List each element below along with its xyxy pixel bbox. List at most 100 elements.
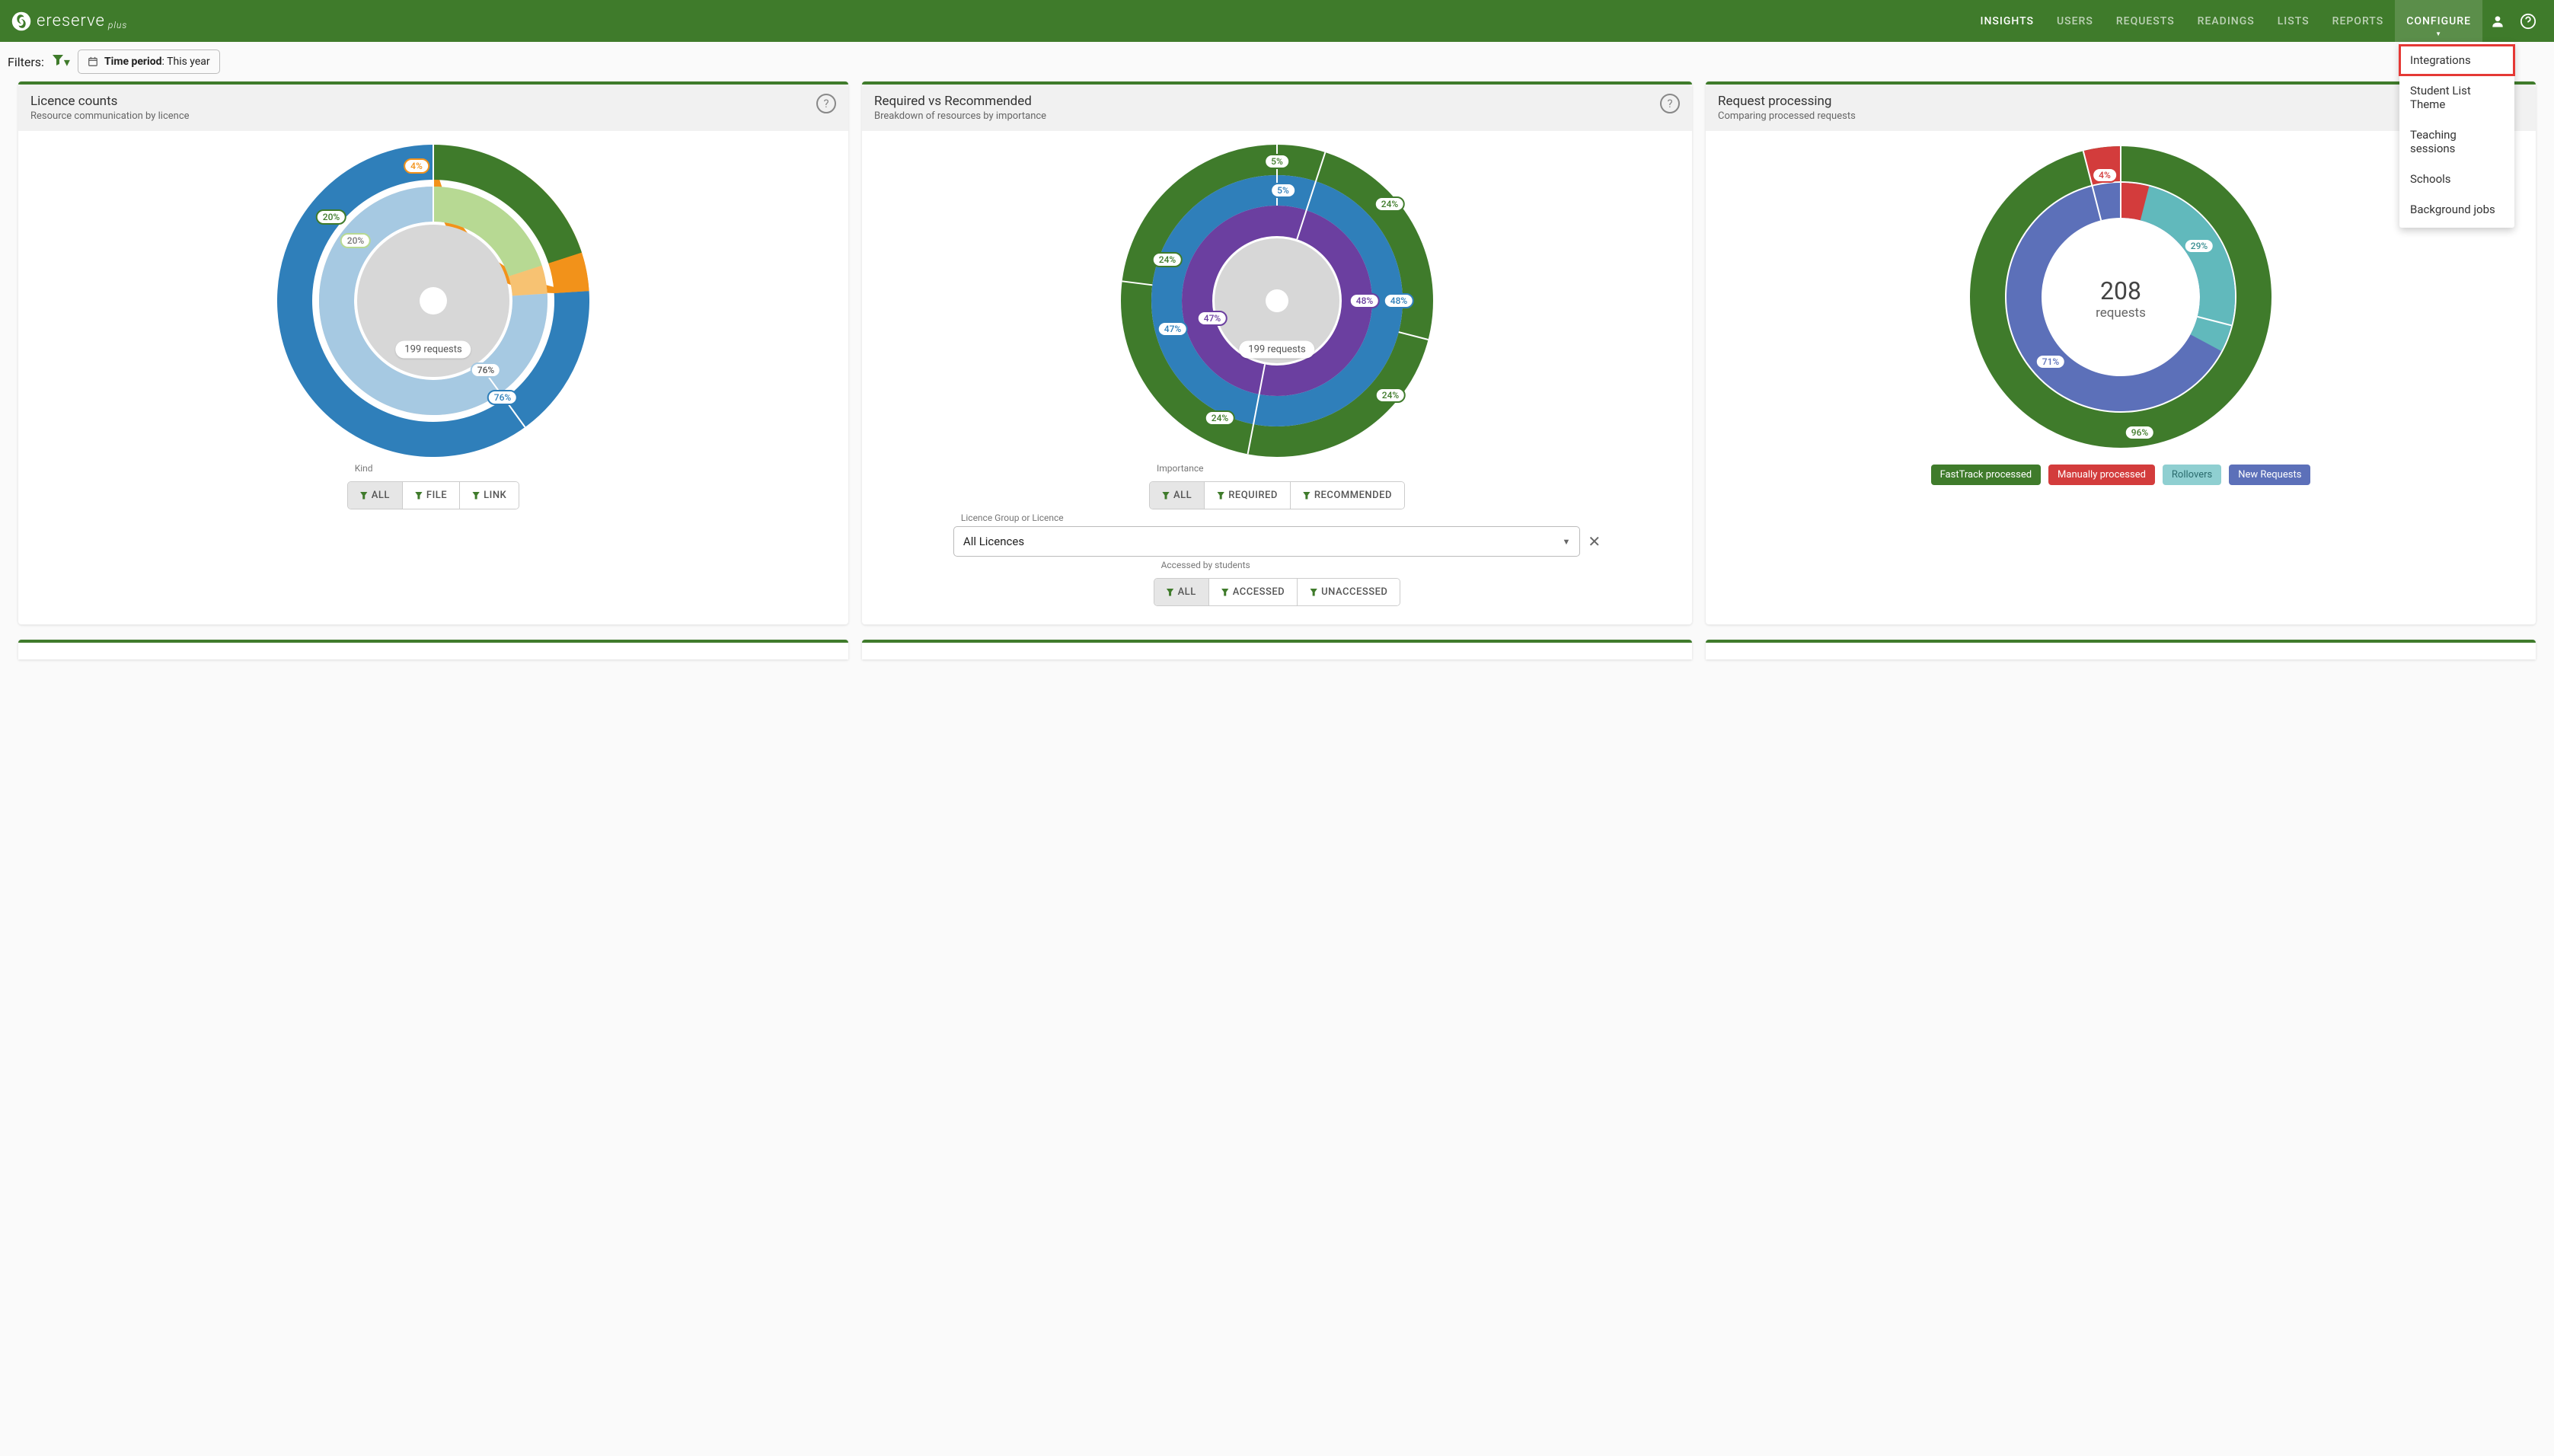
processing-donut-chart[interactable]: 4% 29% 71% 96% 208 requests [1968,145,2273,452]
kind-all[interactable]: ALL [348,482,402,509]
filter-icon [1303,492,1311,500]
card-title: Required vs Recommended [874,94,1046,109]
menu-student-list-theme[interactable]: Student List Theme [2399,75,2514,120]
pct-5b: 5% [1270,183,1296,198]
filter-icon [1310,589,1317,596]
nav-insights[interactable]: INSIGHTS [1969,0,2046,42]
nav-readings[interactable]: READINGS [2186,0,2266,42]
chevron-down-icon: ▼ [1562,537,1570,547]
filter-icon [360,492,368,500]
center-label: requests [2096,305,2146,321]
pct-5a: 5% [1264,154,1290,169]
chart-center-label: 199 requests [395,341,471,359]
legend-fasttrack[interactable]: FastTrack processed [1931,465,2041,485]
reqrec-donut-chart[interactable]: 5% 5% 24% 48% 48% 24% 24% 24% 47% 47% 19… [1121,145,1433,460]
accessed-accessed[interactable]: ACCESSED [1208,579,1297,605]
legend-manual[interactable]: Manually processed [2048,465,2155,485]
card-title: Request processing [1718,94,1856,109]
chart-center-label: 199 requests [1239,341,1314,359]
accessed-legend: Accessed by students [1161,560,1250,570]
filter-icon [1217,492,1224,500]
time-period-label: Time period [104,56,162,68]
card-subtitle: Resource communication by licence [30,110,190,122]
importance-legend: Importance [1157,463,1203,474]
pct-29: 29% [2184,238,2214,254]
nav-users[interactable]: USERS [2045,0,2105,42]
nav-configure[interactable]: CONFIGURE ▼ [2395,0,2482,42]
kind-link[interactable]: LINK [459,482,519,509]
filter-icon [415,492,423,500]
importance-toggle: ALL REQUIRED RECOMMENDED [1149,481,1405,509]
card-subtitle: Comparing processed requests [1718,110,1856,122]
nav-configure-label: CONFIGURE [2406,15,2471,27]
help-icon[interactable] [2513,13,2543,30]
legend-rollovers[interactable]: Rollovers [2163,465,2221,485]
pct-20-inner: 20% [340,233,371,248]
importance-recommended[interactable]: RECOMMENDED [1290,482,1404,509]
menu-integrations[interactable]: Integrations [2399,45,2514,75]
app-header: ereserve plus INSIGHTS USERS REQUESTS RE… [0,0,2554,42]
card-stub [1706,640,2536,659]
accessed-all[interactable]: ALL [1154,579,1208,605]
chevron-down-icon: ▼ [2435,30,2442,37]
time-period-value: This year [167,56,210,68]
cards-row: Licence counts Resource communication by… [0,81,2554,640]
card-help-icon[interactable]: ? [816,94,836,113]
kind-file[interactable]: FILE [402,482,459,509]
main-nav: INSIGHTS USERS REQUESTS READINGS LISTS R… [1969,0,2544,42]
licence-select-value: All Licences [963,535,1024,548]
kind-toggle: ALL FILE LINK [347,481,520,509]
filter-icon [1167,589,1174,596]
legend-new[interactable]: New Requests [2229,465,2310,485]
accessed-toggle: ALL ACCESSED UNACCESSED [1154,578,1401,606]
card-subtitle: Breakdown of resources by importance [874,110,1046,122]
pct-4: 4% [404,158,429,174]
logo-swirl-icon [11,11,32,32]
menu-background-jobs[interactable]: Background jobs [2399,194,2514,225]
pct-76-inner: 76% [471,362,501,378]
card-help-icon[interactable]: ? [1660,94,1680,113]
filter-funnel-icon[interactable]: ▾ [52,54,70,69]
filter-icon [1162,492,1170,500]
licence-donut-chart[interactable]: 4% 20% 20% 76% 76% 199 requests [277,145,589,460]
clear-licence-icon[interactable]: ✕ [1588,532,1601,551]
pct-24b: 24% [1375,388,1406,403]
user-icon[interactable] [2482,14,2513,29]
pct-47-inner: 47% [1197,311,1228,326]
pct-71: 71% [2035,354,2066,369]
processing-legend: FastTrack processed Manually processed R… [1916,465,2326,485]
pct-48-outer: 48% [1384,293,1414,308]
pct-24d: 24% [1152,252,1183,267]
kind-legend: Kind [355,463,373,474]
filters-label: Filters: [8,55,44,69]
card-stub [862,640,1692,659]
pct-24a: 24% [1374,196,1405,212]
card-licence-counts: Licence counts Resource communication by… [18,81,848,624]
logo[interactable]: ereserve plus [11,11,127,32]
nav-requests[interactable]: REQUESTS [2105,0,2186,42]
logo-suffix: plus [108,20,127,30]
pct-47-outer: 47% [1157,321,1188,337]
time-period-filter[interactable]: Time period: This year [78,49,220,74]
importance-required[interactable]: REQUIRED [1204,482,1290,509]
next-cards-row [0,640,2554,675]
menu-schools[interactable]: Schools [2399,164,2514,194]
logo-text: ereserve [37,11,105,30]
pct-20-outer: 20% [316,209,346,225]
licence-select[interactable]: All Licences ▼ [953,526,1580,557]
calendar-icon [88,56,98,67]
nav-lists[interactable]: LISTS [2266,0,2321,42]
nav-reports[interactable]: REPORTS [2321,0,2396,42]
card-required-recommended: Required vs Recommended Breakdown of res… [862,81,1692,624]
licence-select-legend: Licence Group or Licence [961,512,1064,523]
importance-all[interactable]: ALL [1150,482,1204,509]
menu-teaching-sessions[interactable]: Teaching sessions [2399,120,2514,164]
center-number: 208 [2096,276,2146,305]
accessed-unaccessed[interactable]: UNACCESSED [1297,579,1400,605]
card-title: Licence counts [30,94,190,109]
filter-bar: Filters: ▾ Time period: This year [0,42,2554,81]
pct-76-outer: 76% [487,390,518,405]
filter-icon [1221,589,1229,596]
chart-center: 208 requests [2096,276,2146,321]
configure-dropdown: Integrations Student List Theme Teaching… [2399,42,2514,228]
